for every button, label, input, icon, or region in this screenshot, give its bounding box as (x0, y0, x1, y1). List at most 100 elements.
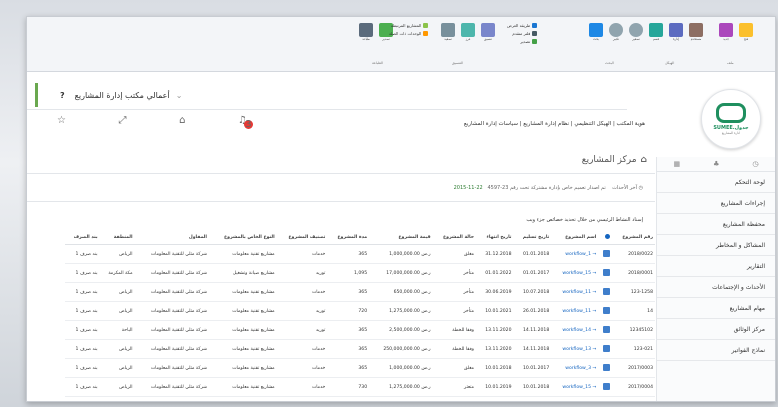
help-icon[interactable]: ? (60, 91, 65, 100)
column-header[interactable]: النوع الخاص بالمشروع (208, 231, 277, 245)
sidebar-item[interactable]: المشاكل و المخاطر (657, 235, 775, 256)
open-button[interactable]: فتح (737, 23, 755, 45)
table-cell[interactable] (598, 320, 612, 340)
news-ticker[interactable]: ◷ آخر الأحداث تم اصدار تعميم خاص بإدارة … (454, 185, 643, 191)
column-header[interactable]: قيمة المشروع (369, 231, 433, 245)
table-cell[interactable]: → workflow_4 (551, 396, 599, 401)
table-cell[interactable] (598, 396, 612, 403)
table-cell[interactable]: → workflow_3 (551, 358, 599, 378)
column-header[interactable]: مدة المشروع (327, 231, 370, 245)
new-button[interactable]: جديد (717, 23, 735, 45)
document-icon[interactable] (602, 344, 610, 352)
document-icon[interactable] (603, 402, 610, 403)
table-row[interactable]: 12345102 → workflow_14 14.11.2018 13.11.202… (65, 320, 655, 340)
table-cell[interactable]: → workflow_11 (551, 301, 599, 321)
table-row[interactable]: 2018/0004 → workflow_408.01.201908.01.202… (65, 396, 655, 403)
sidebar-item[interactable]: مركز الوثائق (657, 319, 775, 340)
table-cell[interactable] (598, 301, 612, 321)
column-header[interactable]: بند الصرف (65, 231, 100, 245)
table-cell[interactable] (598, 358, 612, 378)
document-icon[interactable] (602, 287, 610, 295)
table-row[interactable]: 2017/0003 → workflow_3 10.01.2017 10.01.201… (65, 358, 655, 378)
sort-button[interactable]: فرز (459, 23, 477, 45)
related-units-item[interactable]: الوحدات ذات الصلة (389, 31, 429, 36)
table-cell[interactable]: → workflow_14 (551, 320, 599, 340)
table-cell: 1,275,000.00 ر.س (369, 377, 433, 397)
document-icon[interactable] (602, 325, 610, 333)
table-row[interactable]: 2018/0022 → workflow_1 01.01.2018 31.12.201… (65, 244, 655, 264)
table-cell[interactable]: → workflow_1 (551, 244, 599, 264)
table-cell: 10.01.2021 (476, 301, 514, 321)
table-cell: 365 (327, 358, 370, 378)
zoom-in-button[interactable]: تكبير (607, 23, 625, 45)
view-mode-item[interactable]: طريقة العرض (507, 23, 538, 28)
table-row[interactable]: 2017/0004 → workflow_15 10.01.2018 10.01.20… (65, 377, 655, 397)
sidebar-item[interactable]: الأحداث و الإجتماعات (657, 277, 775, 298)
divider (27, 173, 655, 174)
column-header[interactable]: المنطقة (99, 231, 135, 245)
table-cell[interactable]: → workflow_15 (551, 377, 599, 397)
advanced-filter-item[interactable]: فلتر متقدم (507, 31, 538, 36)
search-button[interactable]: بحث (587, 23, 605, 45)
sidebar-item[interactable]: نماذج الفواتير (657, 340, 775, 361)
sidebar-item[interactable]: إجراءات المشاريع (657, 193, 775, 214)
page-title: ⌂ مركز المشاريع (581, 155, 647, 165)
user-button[interactable]: مستخدم (687, 23, 705, 45)
column-header[interactable]: حالة المشروع (432, 231, 477, 245)
document-icon[interactable] (602, 249, 610, 257)
column-header[interactable]: المقاول (134, 231, 209, 245)
expand-icon[interactable]: ⤢ (119, 115, 127, 135)
table-cell: 13.11.2020 (476, 320, 514, 340)
table-row[interactable]: 2018/0001 → workflow_15 01.01.2017 01.01.20… (65, 263, 655, 283)
print-button[interactable]: طباعة (357, 23, 375, 45)
breadcrumb[interactable]: هوية المكتب | الهيكل التنظيمي | نظام إدا… (464, 121, 645, 127)
document-icon[interactable] (602, 382, 610, 390)
document-icon[interactable] (602, 363, 610, 371)
management-button[interactable]: إدارة (667, 23, 685, 45)
table-cell[interactable]: → workflow_13 (551, 339, 599, 359)
table-cell: 1,275,000.00 ر.س (369, 301, 433, 321)
zoom-out-button[interactable]: تصغير (627, 23, 645, 45)
zoom-in-icon (609, 23, 623, 37)
document-icon[interactable] (602, 306, 610, 314)
table-row[interactable]: 14 → workflow_11 26.01.2018 10.01.2021 متأخر… (65, 301, 655, 321)
table-cell[interactable] (598, 339, 612, 359)
column-header[interactable]: اسم المشروع (551, 231, 599, 245)
bell-icon[interactable]: ♫ 3 (238, 115, 253, 135)
table-cell: 08.01.2020 (476, 396, 514, 401)
table-cell[interactable] (598, 263, 612, 283)
clock-icon[interactable]: ◷ (752, 160, 758, 168)
sidebar-item[interactable]: التقارير (657, 256, 775, 277)
sidebar-item[interactable]: مهام المشاريع (657, 298, 775, 319)
column-header[interactable]: تصنيف المشروع (276, 231, 328, 245)
table-cell[interactable]: → workflow_15 (551, 263, 599, 283)
sidebar-item[interactable]: لوحة التحكم (657, 172, 775, 193)
column-header[interactable]: رقم المشروع (611, 231, 655, 245)
table-cell[interactable] (598, 244, 612, 264)
column-header[interactable]: تاريخ تسليم (513, 231, 552, 245)
department-button[interactable]: قسم (647, 23, 665, 45)
format-button[interactable]: تنسيق (479, 23, 497, 45)
related-projects-item[interactable]: المشاريع المرتبطة (389, 23, 429, 28)
table-cell[interactable] (598, 377, 612, 397)
grid-icon[interactable]: ▦ (673, 160, 680, 168)
column-header[interactable]: تاريخ انتهاء (476, 231, 514, 245)
star-icon[interactable]: ☆ (57, 115, 66, 135)
format-icon (481, 23, 495, 37)
org-chart-icon[interactable]: ♣ (713, 160, 719, 168)
chevron-down-icon[interactable]: ⌄ (176, 91, 183, 100)
table-cell[interactable] (598, 282, 612, 302)
table-cell: 08.01.2019 (513, 396, 552, 401)
workspace-titlebar[interactable]: ? أعمالي مكتب إدارة المشاريع ⌄ (35, 83, 640, 107)
export-item[interactable]: تصدير (507, 39, 538, 44)
unit-icon (423, 31, 429, 36)
document-icon[interactable] (602, 268, 610, 276)
filter-button[interactable]: تصفية (439, 23, 457, 45)
table-row[interactable]: 123-021 → workflow_13 14.11.2018 13.11.2020… (65, 339, 655, 359)
table-row[interactable]: 123-1258 → workflow_11 10.07.2018 30.06.201… (65, 282, 655, 302)
table-cell: مكة المكرمة (99, 263, 135, 283)
column-header[interactable] (598, 231, 612, 245)
home-icon[interactable]: ⌂ (179, 115, 185, 135)
table-cell[interactable]: → workflow_11 (551, 282, 599, 302)
sidebar-item[interactable]: محفظة المشاريع (657, 214, 775, 235)
